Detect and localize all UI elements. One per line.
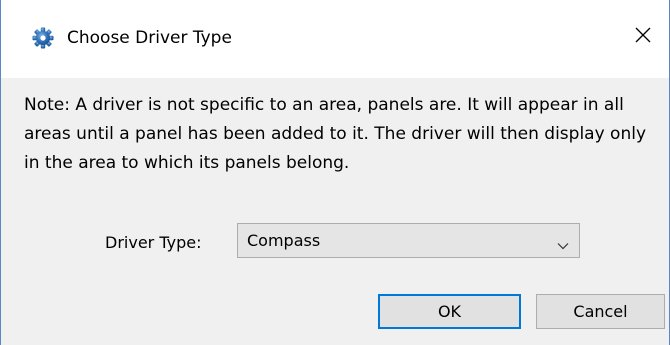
gear-icon	[32, 27, 54, 49]
driver-type-label: Driver Type:	[105, 233, 202, 252]
dialog-title: Choose Driver Type	[67, 28, 232, 48]
driver-type-value: Compass	[247, 231, 321, 250]
cancel-button[interactable]: Cancel	[536, 294, 665, 329]
close-button[interactable]	[617, 14, 669, 60]
driver-type-select[interactable]: Compass	[237, 223, 580, 258]
note-text: Note: A driver is not specific to an are…	[24, 95, 647, 173]
chevron-down-icon	[557, 236, 569, 250]
close-icon	[634, 26, 652, 48]
dialog-window: Choose Driver Type Note: A driver is not…	[0, 0, 670, 345]
title-bar[interactable]: Choose Driver Type	[1, 0, 669, 78]
ok-button[interactable]: OK	[378, 294, 521, 329]
dialog-content: Note: A driver is not specific to an are…	[1, 78, 669, 345]
